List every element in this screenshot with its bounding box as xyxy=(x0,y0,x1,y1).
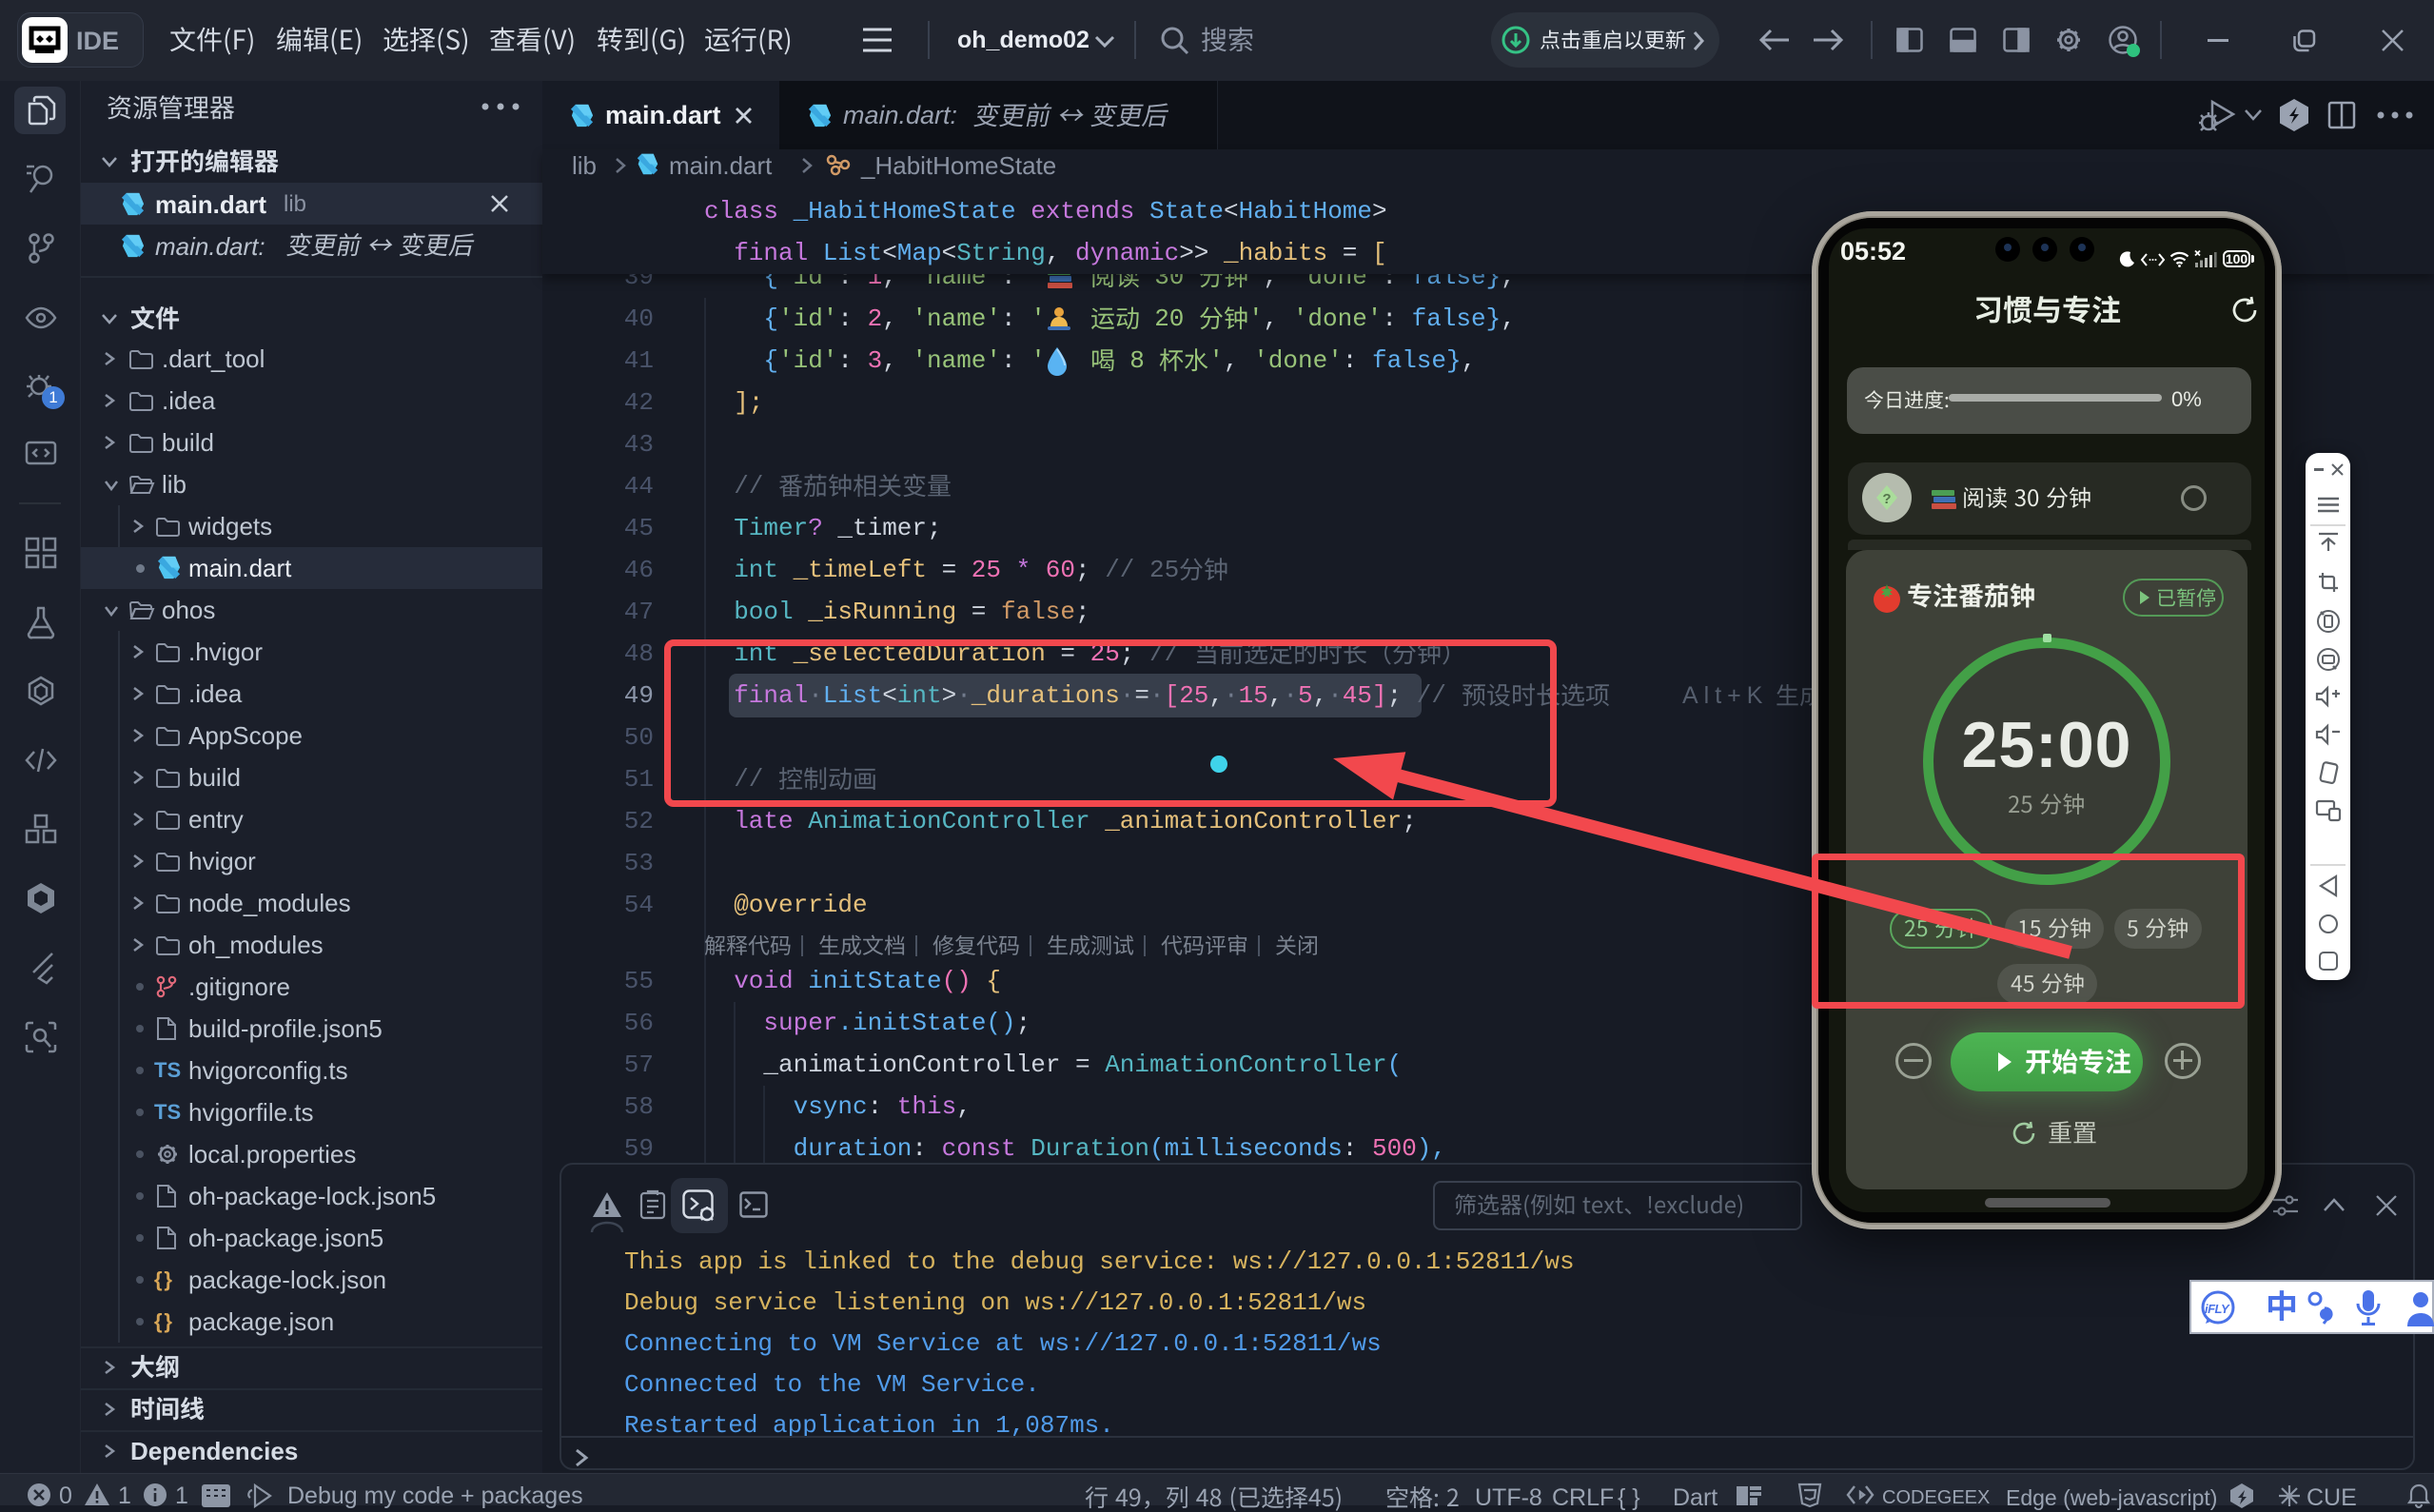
svg-text:?: ? xyxy=(1882,491,1891,507)
